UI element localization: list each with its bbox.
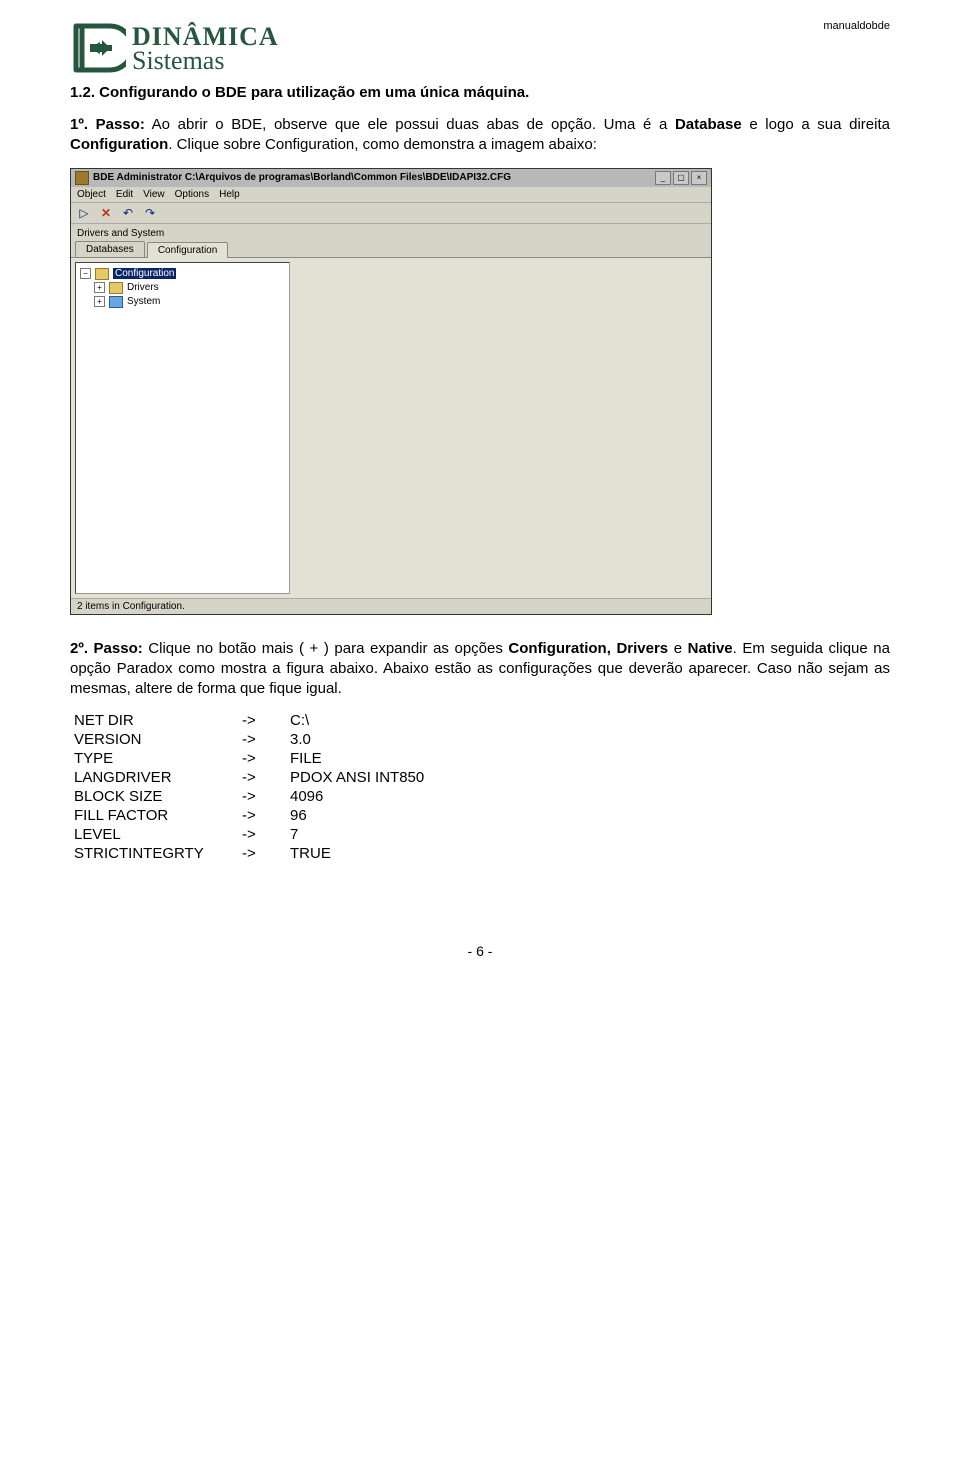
step2-lead: 2º. Passo: xyxy=(70,640,143,657)
setting-key: NET DIR xyxy=(70,711,238,730)
arrow: -> xyxy=(238,730,286,749)
page-number: - 6 - xyxy=(70,943,890,959)
setting-value: 96 xyxy=(286,806,428,825)
window-titlebar: BDE Administrator C:\Arquivos de program… xyxy=(71,169,711,187)
setting-value: C:\ xyxy=(286,711,428,730)
setting-value: 4096 xyxy=(286,787,428,806)
setting-key: TYPE xyxy=(70,749,238,768)
close-button[interactable]: × xyxy=(691,171,707,185)
system-icon xyxy=(109,296,123,308)
window-title: BDE Administrator C:\Arquivos de program… xyxy=(93,172,651,183)
logo-icon xyxy=(70,20,126,76)
folder-icon xyxy=(95,268,109,280)
step1-lead: 1º. Passo: xyxy=(70,116,145,133)
settings-row: STRICTINTEGRTY->TRUE xyxy=(70,844,428,863)
minimize-button[interactable]: _ xyxy=(655,171,671,185)
settings-row: FILL FACTOR->96 xyxy=(70,806,428,825)
toolbar: ▷ ✕ ↶ ↷ xyxy=(71,203,711,224)
paragraph-step2: 2º. Passo: Clique no botão mais ( + ) pa… xyxy=(70,639,890,700)
tab-configuration[interactable]: Configuration xyxy=(147,242,228,258)
setting-value: FILE xyxy=(286,749,428,768)
status-bar: 2 items in Configuration. xyxy=(71,598,711,614)
setting-key: BLOCK SIZE xyxy=(70,787,238,806)
menubar: Object Edit View Options Help xyxy=(71,187,711,203)
setting-value: 7 xyxy=(286,825,428,844)
arrow: -> xyxy=(238,711,286,730)
menu-help[interactable]: Help xyxy=(219,189,240,200)
delete-icon[interactable]: ✕ xyxy=(99,206,113,220)
setting-key: LANGDRIVER xyxy=(70,768,238,787)
menu-options[interactable]: Options xyxy=(175,189,209,200)
menu-view[interactable]: View xyxy=(143,189,165,200)
tree-node-configuration[interactable]: Configuration xyxy=(113,268,176,279)
arrow: -> xyxy=(238,768,286,787)
paragraph-step1: 1º. Passo: Ao abrir o BDE, observe que e… xyxy=(70,115,890,156)
redo-icon[interactable]: ↷ xyxy=(143,206,157,220)
menu-object[interactable]: Object xyxy=(77,189,106,200)
tree-node-drivers[interactable]: Drivers xyxy=(127,282,159,293)
setting-value: TRUE xyxy=(286,844,428,863)
setting-value: 3.0 xyxy=(286,730,428,749)
app-icon xyxy=(75,171,89,185)
tree-expander-icon[interactable]: + xyxy=(94,296,105,307)
arrow: -> xyxy=(238,825,286,844)
arrow: -> xyxy=(238,749,286,768)
folder-icon xyxy=(109,282,123,294)
tree-node-system[interactable]: System xyxy=(127,296,160,307)
section-heading: 1.2. Configurando o BDE para utilização … xyxy=(70,84,890,101)
menu-edit[interactable]: Edit xyxy=(116,189,133,200)
setting-key: VERSION xyxy=(70,730,238,749)
tree-pane[interactable]: − Configuration + Drivers + System xyxy=(75,262,290,594)
setting-value: PDOX ANSI INT850 xyxy=(286,768,428,787)
open-icon[interactable]: ▷ xyxy=(77,206,91,220)
tree-expander-icon[interactable]: + xyxy=(94,282,105,293)
setting-key: LEVEL xyxy=(70,825,238,844)
arrow: -> xyxy=(238,806,286,825)
document-tag: manualdobde xyxy=(823,20,890,32)
maximize-button[interactable]: ▢ xyxy=(673,171,689,185)
settings-row: LEVEL->7 xyxy=(70,825,428,844)
arrow: -> xyxy=(238,787,286,806)
settings-row: LANGDRIVER->PDOX ANSI INT850 xyxy=(70,768,428,787)
setting-key: STRICTINTEGRTY xyxy=(70,844,238,863)
logo: DINÂMICA Sistemas xyxy=(70,20,279,76)
logo-text-line2: Sistemas xyxy=(132,48,279,74)
settings-table: NET DIR->C:\VERSION->3.0TYPE->FILELANGDR… xyxy=(70,711,428,863)
settings-row: NET DIR->C:\ xyxy=(70,711,428,730)
arrow: -> xyxy=(238,844,286,863)
details-pane xyxy=(294,262,707,594)
tab-databases[interactable]: Databases xyxy=(75,241,145,257)
tabs: Databases Configuration xyxy=(71,241,711,257)
panel-label: Drivers and System xyxy=(71,224,711,241)
setting-key: FILL FACTOR xyxy=(70,806,238,825)
settings-row: BLOCK SIZE->4096 xyxy=(70,787,428,806)
settings-row: TYPE->FILE xyxy=(70,749,428,768)
bde-admin-screenshot: BDE Administrator C:\Arquivos de program… xyxy=(70,168,712,615)
undo-icon[interactable]: ↶ xyxy=(121,206,135,220)
tree-expander-icon[interactable]: − xyxy=(80,268,91,279)
settings-row: VERSION->3.0 xyxy=(70,730,428,749)
